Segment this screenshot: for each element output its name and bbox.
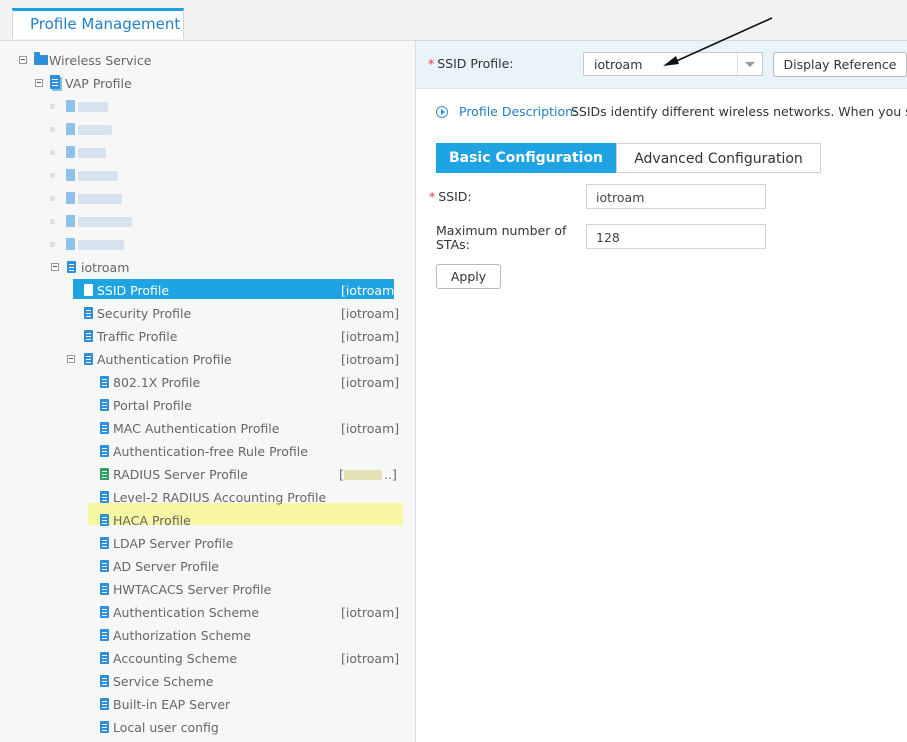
ssid-input[interactable]: iotroam <box>586 184 766 209</box>
profile-description-label: Profile Description: <box>459 104 578 119</box>
tab-advanced-configuration[interactable]: Advanced Configuration <box>616 143 821 173</box>
ssid-field-label-text: SSID: <box>438 189 472 204</box>
max-sta-label-line: STAs: <box>436 237 470 252</box>
max-sta-label: Maximum number of STAs: <box>436 224 566 252</box>
required-mark: * <box>429 189 436 204</box>
profile-description-text: SSIDs identify different wireless networ… <box>571 104 907 119</box>
max-sta-label-line: Maximum number of <box>436 223 567 238</box>
expand-arrow-icon[interactable] <box>436 106 448 118</box>
ssid-field-label: * SSID: <box>429 189 472 204</box>
apply-button[interactable]: Apply <box>436 264 501 289</box>
max-sta-input-value: 128 <box>596 230 620 245</box>
max-sta-input[interactable]: 128 <box>586 224 766 249</box>
ssid-input-value: iotroam <box>596 190 645 205</box>
tab-basic-configuration[interactable]: Basic Configuration <box>436 143 616 173</box>
